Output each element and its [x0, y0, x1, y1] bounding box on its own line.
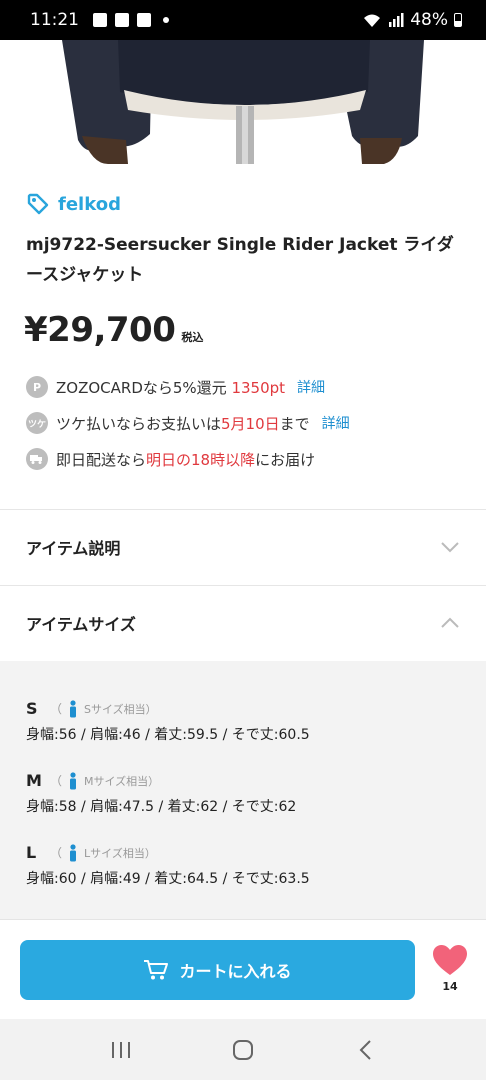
delivery-highlight: 明日の18時以降 — [146, 450, 256, 469]
favorite-button[interactable]: 14 — [430, 944, 470, 993]
zozocard-points: 1350pt — [231, 378, 286, 397]
status-time: 11:21 — [30, 10, 79, 30]
notification-dot-icon — [163, 17, 169, 23]
back-icon — [359, 1039, 371, 1060]
size-measurements: 身幅:58 / 肩幅:47.5 / 着丈:62 / そで丈:62 — [26, 799, 297, 815]
back-button[interactable] — [345, 1030, 385, 1070]
item-description-accordion[interactable]: アイテム説明 — [0, 509, 486, 585]
home-icon — [233, 1039, 253, 1060]
heart-icon — [433, 945, 467, 975]
zozocard-benefit: P ZOZOCARDなら5%還元 1350pt 詳細 — [26, 376, 325, 398]
zozocard-detail-link[interactable]: 詳細 — [297, 377, 325, 397]
brand-link[interactable]: felkod — [26, 192, 121, 216]
chevron-up-icon — [441, 617, 459, 628]
size-list: S （ Sサイズ相当） 身幅:56 / 肩幅:46 / 着丈:59.5 / そで… — [0, 661, 486, 919]
points-icon: P — [26, 376, 48, 398]
delivery-text: 即日配送なら明日の18時以降にお届け — [56, 450, 316, 469]
truck-icon — [26, 448, 48, 470]
shield-icon — [137, 13, 151, 27]
recent-apps-button[interactable] — [101, 1030, 141, 1070]
size-row: L （ Lサイズ相当） 身幅:60 / 肩幅:49 / 着丈:64.5 / そで… — [26, 843, 310, 887]
tag-icon — [27, 193, 49, 215]
battery-icon — [454, 13, 462, 27]
size-row: S （ Sサイズ相当） 身幅:56 / 肩幅:46 / 着丈:59.5 / そで… — [26, 699, 310, 743]
gallery-icon — [93, 13, 107, 27]
size-measurements: 身幅:60 / 肩幅:49 / 着丈:64.5 / そで丈:63.5 — [26, 871, 310, 887]
size-equivalent: Mサイズ相当） — [84, 774, 160, 788]
tsuke-icon: ツケ — [26, 412, 48, 434]
product-image[interactable] — [0, 40, 486, 164]
size-name: L — [26, 843, 37, 862]
accordion-label: アイテムサイズ — [26, 615, 136, 634]
calendar-icon — [115, 13, 129, 27]
person-icon — [70, 843, 77, 861]
size-row: M （ Mサイズ相当） 身幅:58 / 肩幅:47.5 / 着丈:62 / そで… — [26, 771, 297, 815]
delivery-benefit: 即日配送なら明日の18時以降にお届け — [26, 448, 315, 470]
size-measurements: 身幅:56 / 肩幅:46 / 着丈:59.5 / そで丈:60.5 — [26, 727, 310, 743]
favorite-count: 14 — [442, 980, 458, 993]
product-title: mj9722-Seersucker Single Rider Jacket ライ… — [26, 235, 454, 285]
size-name: S — [26, 699, 38, 718]
tsuke-benefit: ツケ ツケ払いならお支払いは5月10日まで 詳細 — [26, 412, 350, 434]
cart-bar: カートに入れる 14 — [0, 919, 486, 1019]
signal-icon — [389, 13, 404, 27]
person-icon — [70, 771, 77, 789]
size-equivalent: Sサイズ相当） — [84, 702, 157, 716]
battery-percent: 48% — [410, 10, 448, 30]
recent-apps-icon — [112, 1041, 130, 1058]
system-nav-bar — [0, 1019, 486, 1080]
tsuke-date: 5月10日 — [221, 414, 280, 433]
home-button[interactable] — [223, 1030, 263, 1070]
cart-icon — [144, 960, 169, 980]
add-to-cart-button[interactable]: カートに入れる — [20, 940, 415, 1000]
tsuke-detail-link[interactable]: 詳細 — [322, 413, 350, 433]
price-block: ¥29,700 税込 — [24, 310, 203, 350]
brand-name: felkod — [58, 193, 121, 215]
size-equivalent: Lサイズ相当） — [84, 846, 156, 860]
status-bar: 11:21 48% — [0, 0, 486, 40]
zozocard-text: ZOZOCARDなら5%還元 1350pt — [56, 378, 286, 397]
item-size-accordion[interactable]: アイテムサイズ — [0, 585, 486, 661]
tsuke-text: ツケ払いならお支払いは5月10日まで — [56, 414, 310, 433]
wifi-icon — [364, 14, 381, 27]
accordion-label: アイテム説明 — [26, 539, 121, 558]
tax-label: 税込 — [181, 331, 204, 344]
add-to-cart-label: カートに入れる — [179, 964, 292, 981]
person-icon — [70, 699, 77, 717]
chevron-down-icon — [441, 542, 459, 553]
size-name: M — [26, 771, 42, 790]
price-value: ¥29,700 — [24, 310, 176, 350]
